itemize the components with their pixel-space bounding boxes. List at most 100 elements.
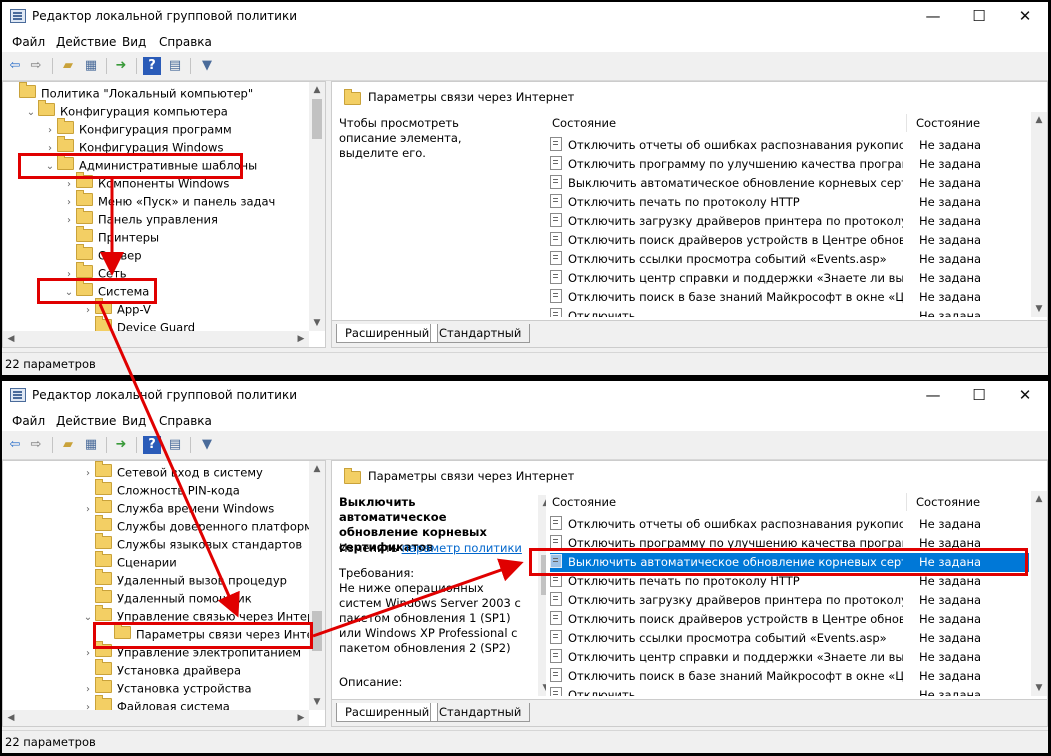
scroll-right-arrow-icon[interactable]: ▶ (293, 710, 309, 726)
close-button[interactable]: ✕ (1002, 2, 1048, 30)
tab-standard[interactable]: Стандартный (430, 703, 531, 722)
policy-row[interactable]: Отключить отчеты об ошибках распознавани… (550, 136, 1029, 155)
policy-row[interactable]: Отключить печать по протоколу HTTP Не зад… (550, 572, 1029, 591)
chevron-down-icon[interactable]: ⌄ (43, 158, 57, 176)
policy-row[interactable]: Отключить ... Не задана (550, 686, 1029, 696)
tree-item[interactable]: › Сеть (62, 262, 127, 282)
filter-icon[interactable]: ▼ (198, 57, 216, 75)
column-header-state[interactable]: Состояние (916, 495, 980, 509)
policy-row[interactable]: Отключить печать по протоколу HTTP Не зад… (550, 193, 1029, 212)
scroll-down-arrow-icon[interactable]: ▼ (1031, 301, 1047, 317)
forward-arrow-icon[interactable]: ⇨ (27, 436, 45, 454)
tree-item[interactable]: Удаленный вызов процедур (81, 569, 287, 589)
maximize-button[interactable]: ☐ (956, 2, 1002, 30)
up-folder-icon[interactable]: ▰ (59, 57, 77, 75)
show-hide-tree-icon[interactable]: ▦ (82, 436, 100, 454)
tree-item[interactable]: › Конфигурация программ (43, 118, 232, 138)
tree-pane[interactable]: Политика "Локальный компьютер" ⌄ Конфигура… (2, 81, 326, 348)
maximize-button[interactable]: ☐ (956, 381, 1002, 409)
tree-horizontal-scrollbar[interactable]: ◀ ▶ (3, 710, 309, 726)
forward-arrow-icon[interactable]: ⇨ (27, 57, 45, 75)
policy-row[interactable]: Отключить центр справки и поддержки «Зна… (550, 648, 1029, 667)
export-list-icon[interactable]: ➜ (112, 57, 130, 75)
scroll-up-arrow-icon[interactable]: ▲ (1031, 112, 1047, 128)
help-icon[interactable]: ? (143, 436, 161, 454)
title-bar[interactable]: Редактор локальной групповой политики — … (2, 2, 1048, 30)
tree-pane[interactable]: › Сетевой вход в систему Сложность PIN-код… (2, 460, 326, 727)
title-bar[interactable]: Редактор локальной групповой политики — … (2, 381, 1048, 409)
tree-item[interactable]: › Меню «Пуск» и панель задач (62, 190, 275, 210)
properties-icon[interactable]: ▤ (166, 436, 184, 454)
menu-view[interactable]: Вид (122, 414, 146, 428)
tree-item[interactable]: › Компоненты Windows (62, 172, 229, 192)
policy-row[interactable]: Отключить поиск драйверов устройств в Це… (550, 610, 1029, 629)
back-arrow-icon[interactable]: ⇦ (6, 436, 24, 454)
menu-file[interactable]: Файл (12, 35, 45, 49)
chevron-down-icon[interactable]: ⌄ (62, 284, 76, 302)
scroll-up-arrow-icon[interactable]: ▲ (1031, 491, 1047, 507)
policy-row[interactable]: Отключить загрузку драйверов принтера по… (550, 591, 1029, 610)
back-arrow-icon[interactable]: ⇦ (6, 57, 24, 75)
show-hide-tree-icon[interactable]: ▦ (82, 57, 100, 75)
list-vertical-scrollbar[interactable]: ▲ ▼ (1031, 491, 1047, 696)
close-button[interactable]: ✕ (1002, 381, 1048, 409)
tree-item[interactable]: › App-V (81, 298, 151, 318)
tree-item[interactable]: › Конфигурация Windows (43, 136, 223, 156)
minimize-button[interactable]: — (910, 2, 956, 30)
up-folder-icon[interactable]: ▰ (59, 436, 77, 454)
policy-row[interactable]: Отключить загрузку драйверов принтера по… (550, 212, 1029, 231)
help-icon[interactable]: ? (143, 57, 161, 75)
column-header-state[interactable]: Состояние (916, 116, 980, 130)
scroll-down-arrow-icon[interactable]: ▼ (309, 694, 325, 710)
tree-item[interactable]: Сервер (62, 244, 142, 264)
tree-item[interactable]: Установка драйвера (81, 659, 241, 679)
policy-row[interactable]: Отключить программу по улучшению качеств… (550, 534, 1029, 553)
policy-row[interactable]: Отключить отчеты об ошибках распознавани… (550, 515, 1029, 534)
tree-item[interactable]: ⌄ Система (62, 280, 149, 302)
tree-vertical-scrollbar[interactable]: ▲ ▼ (309, 82, 325, 331)
policy-row[interactable]: Отключить поиск драйверов устройств в Це… (550, 231, 1029, 250)
menu-view[interactable]: Вид (122, 35, 146, 49)
column-header-name[interactable]: Состояние (552, 116, 616, 130)
tree-item[interactable]: Сложность PIN-кода (81, 479, 240, 499)
tree-item[interactable]: Службы языковых стандартов (81, 533, 302, 553)
tree-item[interactable]: Параметры связи через Интернет (100, 623, 325, 643)
export-list-icon[interactable]: ➜ (112, 436, 130, 454)
tab-standard[interactable]: Стандартный (430, 324, 531, 343)
scroll-up-arrow-icon[interactable]: ▲ (309, 461, 325, 477)
edit-policy-link[interactable]: параметр политики (402, 541, 522, 555)
menu-action[interactable]: Действие (56, 35, 116, 49)
policy-row[interactable]: Отключить центр справки и поддержки «Зна… (550, 269, 1029, 288)
tab-extended[interactable]: Расширенный (336, 703, 439, 722)
chevron-down-icon[interactable]: ⌄ (24, 104, 38, 122)
chevron-down-icon[interactable]: ⌄ (81, 609, 95, 627)
scroll-down-arrow-icon[interactable]: ▼ (309, 315, 325, 331)
filter-icon[interactable]: ▼ (198, 436, 216, 454)
tree-item[interactable]: › Панель управления (62, 208, 218, 228)
scroll-left-arrow-icon[interactable]: ◀ (3, 331, 19, 347)
tree-item[interactable]: Службы доверенного платформенно (81, 515, 325, 535)
settings-list[interactable]: Состояние Состояние Отключить отчеты об … (546, 112, 1047, 317)
tree-item[interactable]: Удаленный помощник (81, 587, 252, 607)
tree-horizontal-scrollbar[interactable]: ◀ ▶ (3, 331, 309, 347)
policy-row[interactable]: Отключить ссылки просмотра событий «Even… (550, 629, 1029, 648)
policy-row[interactable]: Отключить поиск в базе знаний Майкрософт… (550, 667, 1029, 686)
policy-row[interactable]: Отключить ссылки просмотра событий «Even… (550, 250, 1029, 269)
policy-row[interactable]: Выключить автоматическое обновление корн… (550, 553, 1029, 572)
column-header-name[interactable]: Состояние (552, 495, 616, 509)
menu-file[interactable]: Файл (12, 414, 45, 428)
minimize-button[interactable]: — (910, 381, 956, 409)
properties-icon[interactable]: ▤ (166, 57, 184, 75)
tree-item[interactable]: › Сетевой вход в систему (81, 461, 263, 481)
policy-row[interactable]: Отключить поиск в базе знаний Майкрософт… (550, 288, 1029, 307)
settings-list[interactable]: Состояние Состояние Отключить отчеты об … (546, 491, 1047, 696)
tree-item[interactable]: ⌄ Конфигурация компьютера (24, 100, 228, 122)
list-vertical-scrollbar[interactable]: ▲ ▼ (1031, 112, 1047, 317)
scroll-up-arrow-icon[interactable]: ▲ (309, 82, 325, 98)
scroll-thumb[interactable] (312, 99, 322, 139)
scroll-thumb[interactable] (312, 611, 322, 651)
policy-row[interactable]: Выключить автоматическое обновление корн… (550, 174, 1029, 193)
scroll-down-arrow-icon[interactable]: ▼ (1031, 680, 1047, 696)
policy-row[interactable]: Отключить ... Не задана (550, 307, 1029, 317)
menu-help[interactable]: Справка (159, 414, 212, 428)
